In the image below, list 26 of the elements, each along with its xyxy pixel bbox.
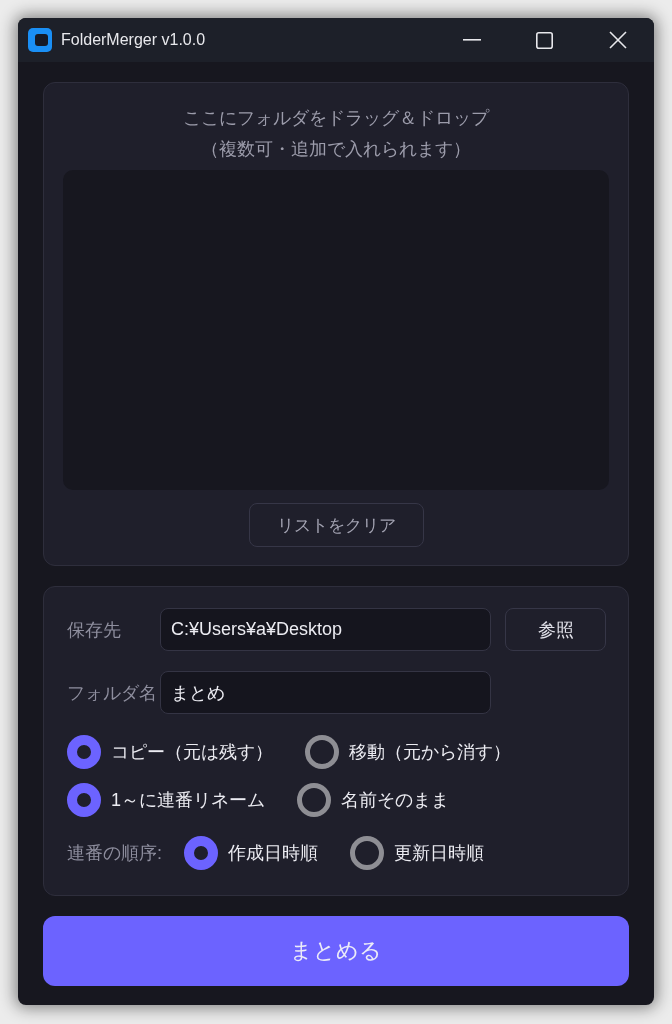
window-title: FolderMerger v1.0.0 bbox=[61, 31, 207, 49]
radio-button[interactable] bbox=[67, 783, 101, 817]
merge-button[interactable]: まとめる bbox=[43, 916, 629, 986]
radio-label[interactable]: 更新日時順 bbox=[394, 841, 484, 865]
text-field[interactable]: C:¥Users¥a¥Desktop bbox=[160, 608, 491, 651]
app-icon bbox=[28, 28, 52, 52]
radio-button[interactable] bbox=[67, 735, 101, 769]
maximize-icon bbox=[536, 31, 553, 49]
browse-button[interactable]: 参照 bbox=[505, 608, 606, 651]
radio-button[interactable] bbox=[305, 735, 339, 769]
drop-hint-text: ここにフォルダをドラッグ＆ドロップ （複数可・追加で入れられます） bbox=[182, 107, 491, 161]
radio-label[interactable]: 移動（元から消す） bbox=[349, 740, 511, 764]
clear-list-button[interactable]: リストをクリア bbox=[248, 503, 424, 547]
radio-button[interactable] bbox=[184, 836, 218, 870]
radio-label[interactable]: 名前そのまま bbox=[341, 788, 449, 812]
field-label: 連番の順序: bbox=[67, 842, 162, 865]
radio-label[interactable]: 作成日時順 bbox=[228, 841, 318, 865]
radio-button[interactable] bbox=[297, 783, 331, 817]
field-label: フォルダ名 bbox=[67, 681, 158, 705]
minimize-icon bbox=[462, 39, 481, 41]
text-field[interactable]: まとめ bbox=[160, 671, 491, 714]
radio-label[interactable]: 1～に連番リネーム bbox=[111, 788, 265, 812]
field-label: 保存先 bbox=[67, 618, 122, 642]
radio-label[interactable]: コピー（元は残す） bbox=[111, 740, 273, 764]
radio-button[interactable] bbox=[350, 836, 384, 870]
close-icon bbox=[608, 31, 627, 49]
